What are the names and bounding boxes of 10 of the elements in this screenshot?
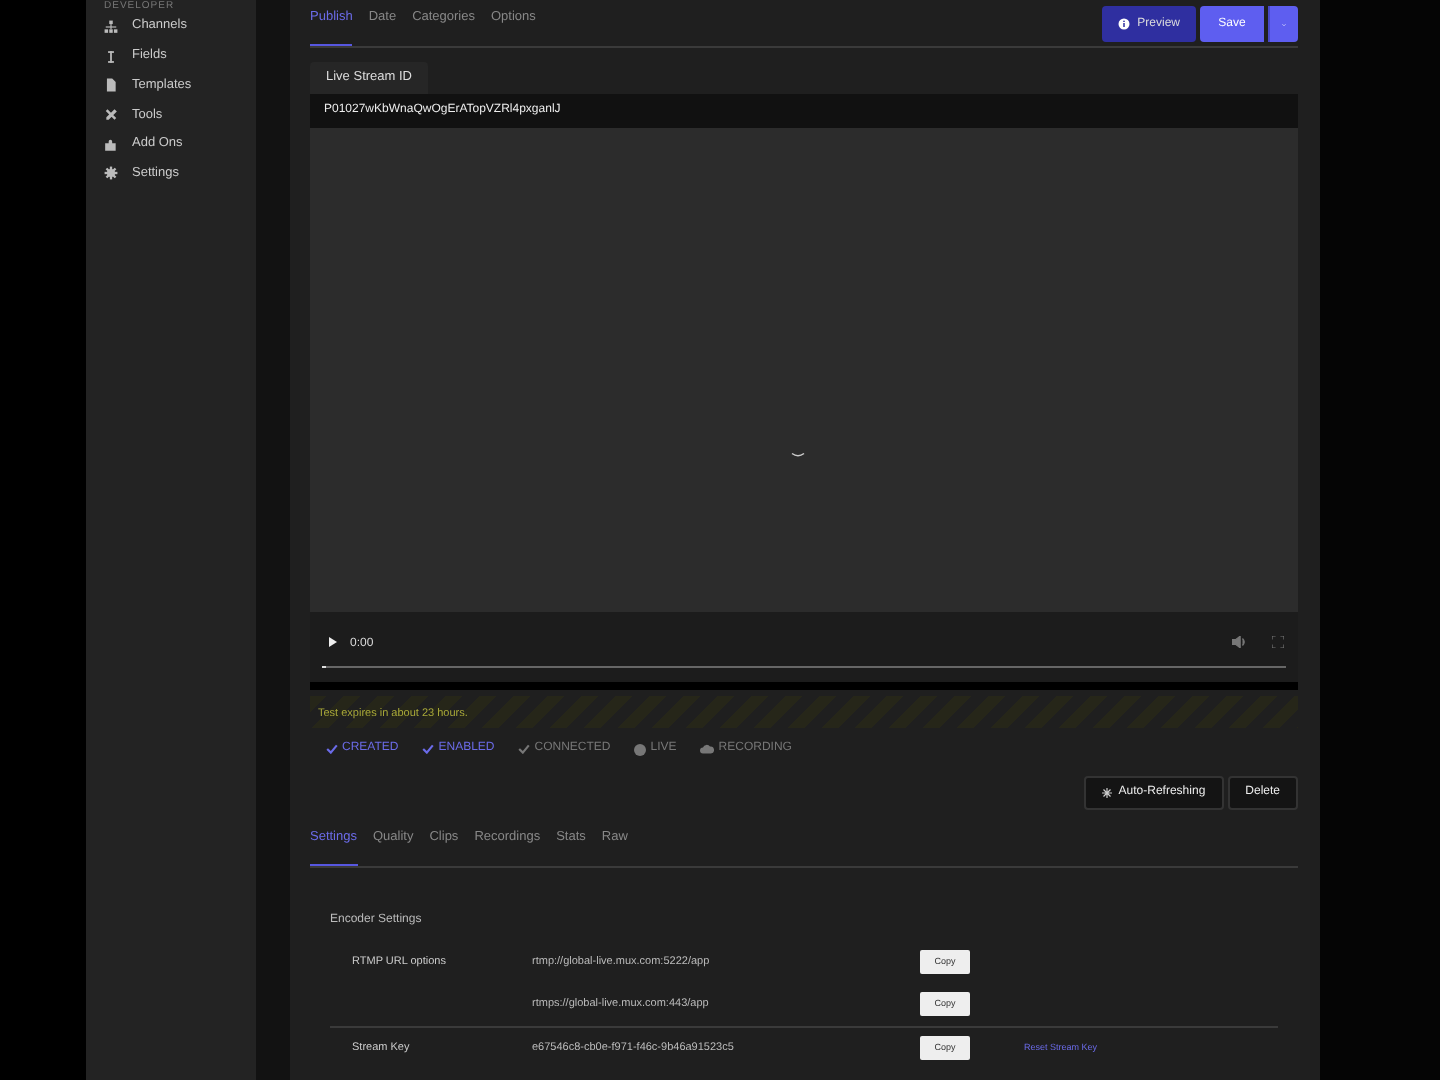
- settings-icon: [104, 166, 118, 181]
- info-icon: [1117, 18, 1130, 30]
- file-icon: [104, 78, 118, 93]
- fullscreen-icon: [1272, 635, 1284, 648]
- volume-icon: [1232, 635, 1246, 648]
- play-icon: [328, 635, 338, 648]
- loading-spinner-icon: [790, 451, 806, 458]
- snowflake-icon: [1102, 787, 1113, 798]
- sitemap-icon: [104, 19, 118, 34]
- text-cursor-icon: [104, 49, 118, 64]
